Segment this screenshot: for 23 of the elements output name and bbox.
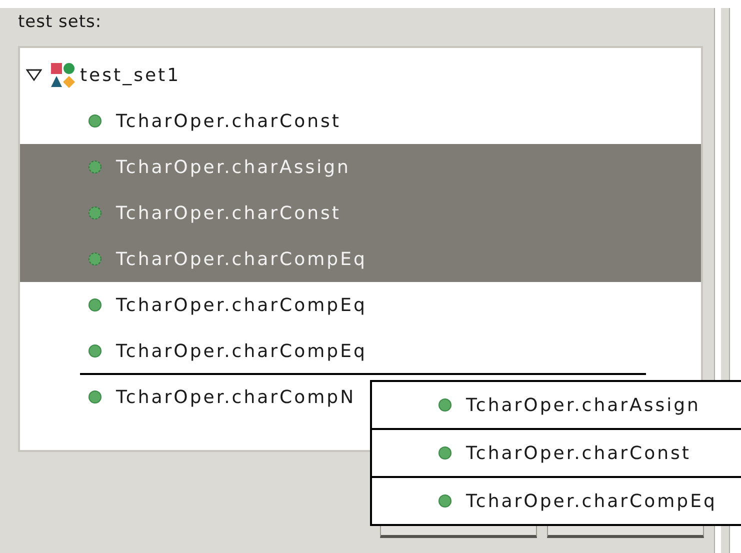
tree-row[interactable]: TcharOper.charAssign [20,144,701,190]
tree-row[interactable]: TcharOper.charCompEq [20,282,701,328]
status-dot-icon [88,344,102,358]
status-dot-icon [88,298,102,312]
dragged-item: TcharOper.charAssign [466,394,700,416]
status-dot-icon [88,206,102,220]
tree-row[interactable]: TcharOper.charCompEq [20,328,701,374]
dragged-item: TcharOper.charConst [466,442,691,464]
status-dot-icon [438,494,452,508]
expander-triangle-icon[interactable] [26,69,42,81]
tree-item[interactable]: test_set1 [80,64,181,86]
tree-row[interactable]: TcharOper.charConst [20,190,701,236]
section-label: test sets: [17,11,103,34]
status-dot-icon [88,252,102,266]
status-dot-icon [438,446,452,460]
shapes-icon [50,62,76,88]
status-dot-icon [88,390,102,404]
tree-row[interactable]: TcharOper.charCompEq [20,236,701,282]
status-dot-icon [438,398,452,412]
tree-row[interactable]: TcharOper.charConst [20,98,701,144]
status-dot-icon [88,114,102,128]
dragged-item: TcharOper.charCompEq [466,490,717,512]
status-dot-icon [88,160,102,174]
